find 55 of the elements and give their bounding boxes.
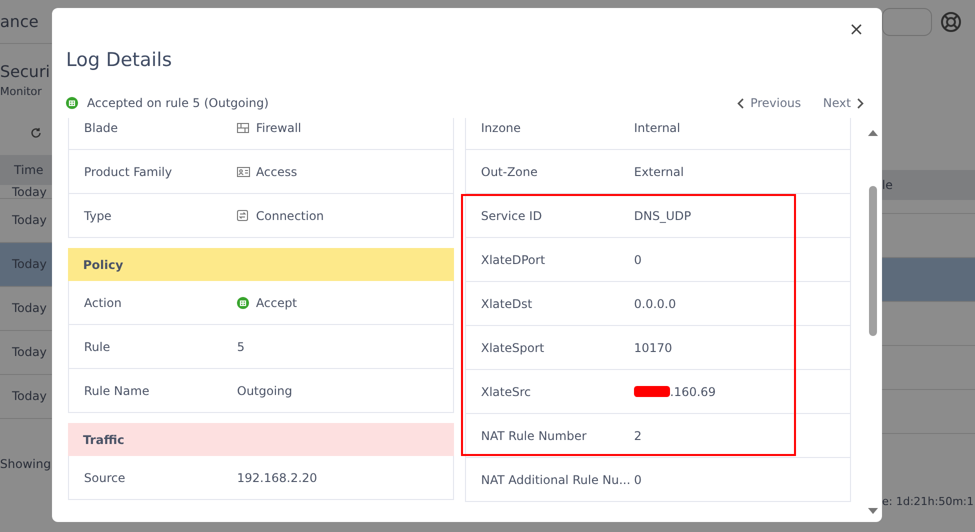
- field-label: Inzone: [480, 120, 522, 136]
- field-value: Firewall: [256, 120, 302, 136]
- field-label: Out-Zone: [480, 164, 539, 180]
- field-value: 10170: [634, 340, 672, 356]
- field-label: NAT Additional Rule Nu...: [480, 472, 632, 488]
- scroll-up-icon: [868, 130, 878, 136]
- field-label: XlateDst: [480, 296, 534, 312]
- field-label: Action: [83, 294, 123, 312]
- next-button[interactable]: Next: [823, 94, 864, 112]
- table-row-end[interactable]: [882, 258, 975, 302]
- field-value: 0: [634, 252, 642, 268]
- field-value: Access: [256, 164, 298, 180]
- field-value: 0.0.0.0: [634, 296, 676, 312]
- field-value: Outgoing: [237, 382, 292, 400]
- field-value: Connection: [256, 208, 324, 224]
- chevron-right-icon: [857, 98, 864, 108]
- column-header: Time: [13, 162, 44, 178]
- field-label: XlateDPort: [480, 252, 546, 268]
- field-value: DNS_UDP: [634, 208, 692, 224]
- scroll-down-icon: [868, 508, 878, 514]
- uptime-text: e: 1d:21h:50m:1: [882, 494, 975, 510]
- field-value: 192.168.2.20: [237, 470, 318, 486]
- field-value: 2: [634, 428, 642, 444]
- table-footer: Showing: [0, 454, 52, 472]
- accept-icon: [66, 97, 78, 109]
- column-header: le: [882, 177, 893, 194]
- field-value: Internal: [634, 120, 680, 136]
- field-label: Service ID: [480, 208, 543, 224]
- field-label: Source: [83, 470, 126, 486]
- field-value: External: [634, 164, 684, 180]
- lifebuoy-icon[interactable]: [940, 11, 962, 33]
- field-value: Accept: [256, 294, 297, 312]
- section-header: Policy: [68, 248, 454, 281]
- scrollbar-thumb[interactable]: [869, 186, 877, 336]
- refresh-icon[interactable]: [30, 126, 42, 138]
- field-value: 5: [237, 338, 245, 356]
- section-header: Traffic: [68, 423, 454, 456]
- field-label: XlateSrc: [480, 384, 532, 400]
- dialog-title: Log Details: [66, 48, 172, 73]
- field-label: Product Family: [83, 164, 173, 180]
- field-label: Type: [83, 208, 113, 224]
- page-description: Monitor: [0, 84, 43, 100]
- page-heading: Securi: [0, 61, 51, 83]
- previous-button[interactable]: Previous: [737, 94, 802, 112]
- field-label: XlateSport: [480, 340, 546, 356]
- field-label: Rule: [83, 338, 112, 356]
- field-value: 0: [634, 472, 642, 488]
- field-value: .160.69: [670, 384, 716, 400]
- close-button[interactable]: ×: [844, 20, 868, 40]
- field-label: NAT Rule Number: [480, 428, 588, 444]
- status-text: Accepted on rule 5 (Outgoing): [87, 95, 269, 112]
- field-label: Blade: [83, 120, 119, 136]
- table-row[interactable]: Today: [0, 242, 52, 286]
- chevron-left-icon: [737, 98, 744, 108]
- field-label: Rule Name: [83, 382, 150, 400]
